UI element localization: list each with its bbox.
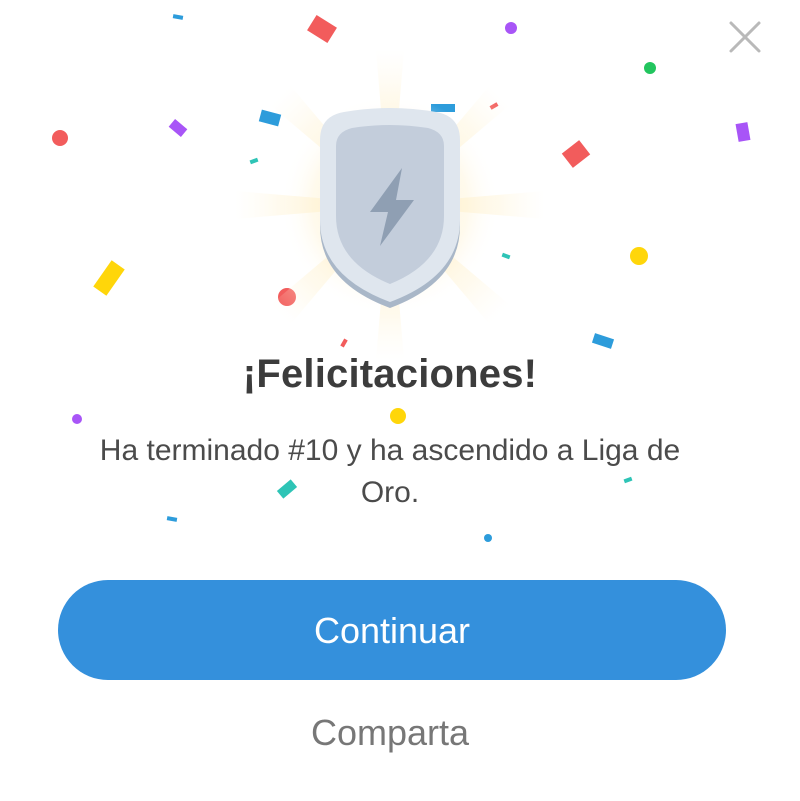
share-button[interactable]: Comparta (290, 712, 490, 754)
league-badge (235, 50, 545, 360)
dialog-title: ¡Felicitaciones! (242, 352, 538, 396)
close-button[interactable] (722, 14, 768, 60)
league-promotion-dialog: ¡Felicitaciones! Ha terminado #10 y ha a… (0, 0, 800, 801)
continue-button[interactable]: Continuar (58, 580, 726, 680)
close-icon (729, 21, 761, 53)
dialog-message: Ha terminado #10 y ha ascendido a Liga d… (99, 434, 681, 509)
